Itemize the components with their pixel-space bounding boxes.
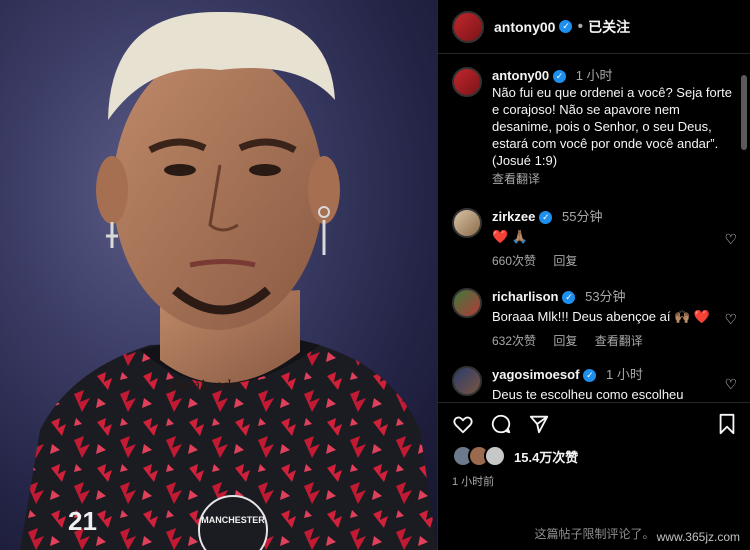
post-timestamp: 1 小时前 xyxy=(452,476,495,488)
caption-translate-link[interactable]: 查看翻译 xyxy=(492,172,540,186)
like-comment-heart-icon[interactable]: ♡ xyxy=(724,376,737,393)
bookmark-icon[interactable] xyxy=(717,413,737,435)
verified-icon: ✓ xyxy=(583,369,597,383)
caption-text: Não fui eu que ordenei a você? Seja fort… xyxy=(492,85,732,168)
tattoo-text: Iluminado xyxy=(167,378,240,394)
likes-summary[interactable]: 15.4万次赞 xyxy=(438,435,750,467)
player-illustration: Iluminado 21 MANCHESTER xyxy=(20,11,437,550)
verified-icon: ✓ xyxy=(562,291,576,305)
like-heart-icon[interactable] xyxy=(452,413,474,435)
list-item: yagosimoesof ✓ 1 小时 Deus te escolheu como… xyxy=(438,366,750,402)
post-header: antony00 ✓ • 已关注 xyxy=(438,0,750,54)
verified-icon: ✓ xyxy=(539,211,553,225)
comment-text: Deus te escolheu como escolheu xyxy=(492,387,684,402)
like-comment-heart-icon[interactable]: ♡ xyxy=(724,311,737,328)
comment-likes[interactable]: 632次赞 xyxy=(492,334,536,348)
avatar[interactable] xyxy=(452,67,482,97)
comment-time: 55分钟 xyxy=(562,209,603,224)
list-item: zirkzee ✓ 55分钟 ❤️ 🙏🏽 660次赞 回复 ♡ xyxy=(438,208,750,270)
post-photo[interactable]: Iluminado 21 MANCHESTER xyxy=(0,0,437,550)
reply-button[interactable]: 回复 xyxy=(553,254,577,268)
share-send-icon[interactable] xyxy=(528,413,550,435)
comment-username[interactable]: yagosimoesof xyxy=(492,367,579,382)
reply-button[interactable]: 回复 xyxy=(553,334,577,348)
liker-avatars xyxy=(452,445,506,467)
avatar[interactable] xyxy=(452,10,484,43)
list-item: richarlison ✓ 53分钟 Boraaa Mlk!!! Deus abe… xyxy=(438,288,750,350)
caption-time: 1 小时 xyxy=(575,68,613,83)
post-side-panel: antony00 ✓ • 已关注 antony00 ✓ 1 小时 Não fui … xyxy=(437,0,750,550)
comments-scrollbar[interactable] xyxy=(741,75,747,150)
crest-text: MANCHESTER xyxy=(201,515,265,525)
comment-text: Boraaa Mlk!!! Deus abençoe aí 🙌🏽 ❤️ xyxy=(492,309,711,324)
watermark: www.365jz.com xyxy=(656,530,740,544)
avatar[interactable] xyxy=(452,208,482,238)
post-actions: 15.4万次赞 1 小时前 这篇帖子限制评论了。 xyxy=(438,402,750,550)
comment-text: ❤️ 🙏🏽 xyxy=(492,229,528,244)
caption: antony00 ✓ 1 小时 Não fui eu que ordenei a … xyxy=(438,67,750,188)
follow-button[interactable]: 已关注 xyxy=(588,17,630,37)
comment-username[interactable]: richarlison xyxy=(492,289,558,304)
comments-list[interactable]: antony00 ✓ 1 小时 Não fui eu que ordenei a … xyxy=(438,55,750,402)
post-viewer: Iluminado 21 MANCHESTER antony00 ✓ • 已关注… xyxy=(0,0,750,550)
comment-username[interactable]: zirkzee xyxy=(492,209,535,224)
header-username[interactable]: antony00 xyxy=(494,19,555,35)
likes-count[interactable]: 15.4万次赞 xyxy=(514,447,578,466)
shirt-number: 21 xyxy=(68,506,97,536)
separator-dot: • xyxy=(577,17,584,35)
avatar[interactable] xyxy=(452,288,482,318)
verified-icon: ✓ xyxy=(553,70,567,84)
avatar[interactable] xyxy=(452,366,482,396)
translate-link[interactable]: 查看翻译 xyxy=(595,334,643,348)
caption-username[interactable]: antony00 xyxy=(492,68,549,83)
like-comment-heart-icon[interactable]: ♡ xyxy=(724,231,737,248)
comment-time: 1 小时 xyxy=(606,367,643,382)
comment-time: 53分钟 xyxy=(585,289,626,304)
comment-bubble-icon[interactable] xyxy=(490,413,512,435)
verified-icon: ✓ xyxy=(559,20,573,33)
comment-likes[interactable]: 660次赞 xyxy=(492,254,536,268)
